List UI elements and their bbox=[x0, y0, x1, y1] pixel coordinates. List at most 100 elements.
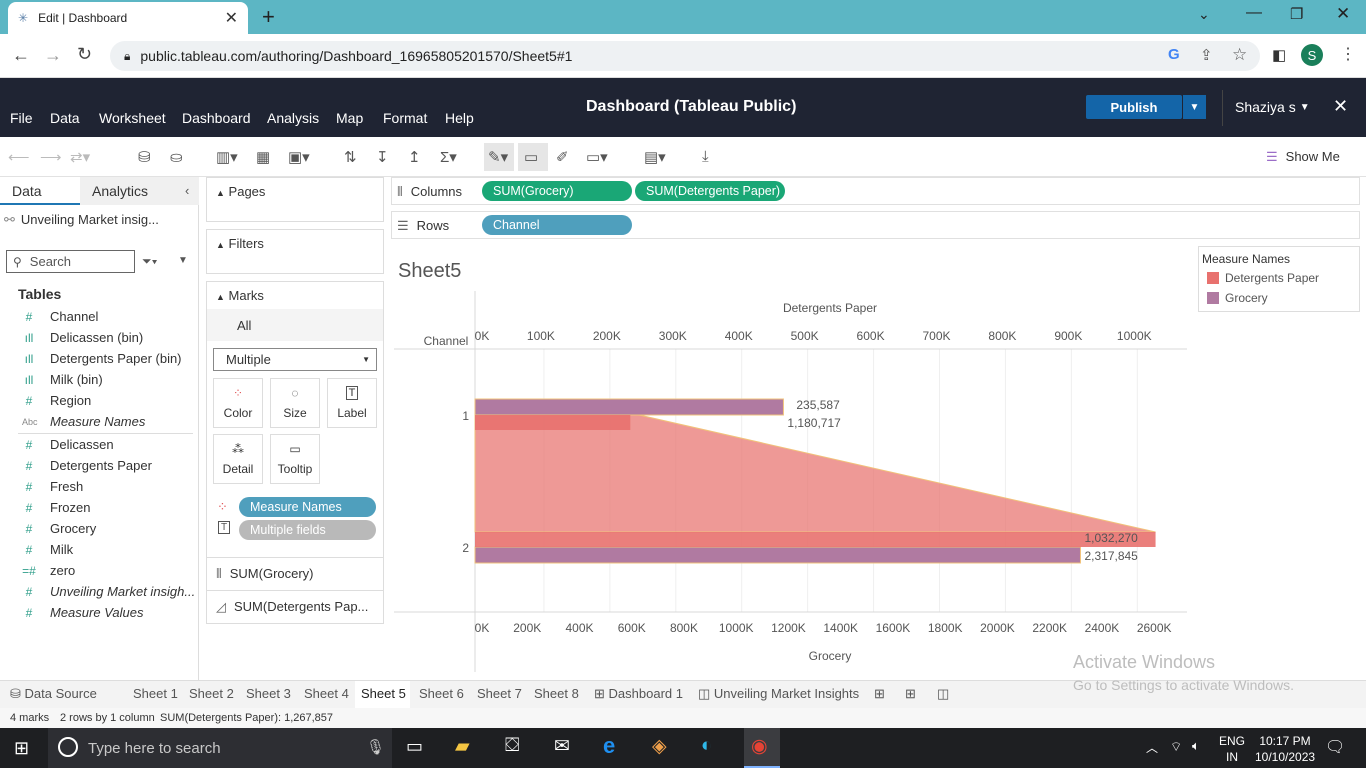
language-indicator[interactable]: ENG IN bbox=[1219, 733, 1245, 765]
size-button[interactable]: ◌ Size bbox=[270, 378, 320, 428]
share-icon[interactable]: ⇪ bbox=[1200, 46, 1213, 64]
network-icon[interactable]: ⌔ bbox=[1170, 739, 1182, 755]
tab-sheet-7[interactable]: Sheet 7 bbox=[477, 686, 522, 701]
replay-icon[interactable]: ⇄▾ bbox=[70, 148, 90, 166]
pages-title[interactable]: ▲ Pages bbox=[216, 184, 265, 199]
browser-menu-icon[interactable]: ⋮ bbox=[1340, 44, 1356, 64]
close-authoring-icon[interactable]: ✕ bbox=[1333, 96, 1348, 117]
tab-sheet-8[interactable]: Sheet 8 bbox=[534, 686, 579, 701]
totals-icon[interactable]: Σ▾ bbox=[440, 148, 457, 166]
field-item[interactable]: # Frozen bbox=[22, 500, 91, 515]
sort-ascending-icon[interactable]: ↧ bbox=[376, 148, 389, 166]
legend-swatch-detergents[interactable] bbox=[1207, 272, 1219, 284]
pause-updates-icon[interactable]: ⛀ bbox=[170, 148, 183, 166]
new-worksheet-tab-icon[interactable]: ⊞ bbox=[874, 686, 885, 702]
field-item[interactable]: ıll Milk (bin) bbox=[22, 372, 103, 387]
marks-title[interactable]: ▲ Marks bbox=[216, 288, 264, 303]
pane-menu-icon[interactable]: ▼ bbox=[178, 255, 188, 266]
menu-help[interactable]: Help bbox=[445, 110, 474, 126]
field-item[interactable]: # Channel bbox=[22, 309, 99, 324]
google-icon[interactable]: G bbox=[1168, 46, 1180, 63]
filter-fields-icon[interactable]: ⏷▾ bbox=[142, 254, 157, 269]
row-pill-channel[interactable]: Channel bbox=[482, 215, 632, 235]
legend-label-grocery[interactable]: Grocery bbox=[1225, 291, 1268, 305]
mark-type-select[interactable]: Multiple ▼ bbox=[213, 348, 377, 371]
notifications-icon[interactable]: 🗨︎ bbox=[1325, 737, 1345, 757]
tray-chevron-icon[interactable]: ︿ bbox=[1146, 739, 1158, 756]
minimize-icon[interactable]: — bbox=[1246, 4, 1262, 22]
menu-format[interactable]: Format bbox=[383, 110, 427, 126]
new-dashboard-tab-icon[interactable]: ⊞ bbox=[905, 686, 916, 702]
tab-sheet-5[interactable]: Sheet 5 bbox=[361, 686, 406, 701]
windows-start-icon[interactable]: ⊞ bbox=[14, 738, 29, 759]
edge-icon[interactable]: ◐ bbox=[701, 735, 712, 757]
swap-rows-columns-icon[interactable]: ⇅ bbox=[344, 148, 357, 166]
tooltip-button[interactable]: ▭ Tooltip bbox=[270, 434, 320, 484]
label-button[interactable]: T Label bbox=[327, 378, 377, 428]
user-menu[interactable]: Shaziya s ▼ bbox=[1235, 99, 1310, 115]
new-data-source-icon[interactable]: ⛁ bbox=[138, 148, 151, 166]
mail-icon[interactable]: ✉ bbox=[554, 735, 570, 758]
close-tab-icon[interactable]: ✕ bbox=[225, 8, 238, 28]
menu-data[interactable]: Data bbox=[50, 110, 80, 126]
browser-tab[interactable]: ✳ Edit | Dashboard ✕ bbox=[8, 2, 248, 34]
show-me-button[interactable]: ☰ Show Me bbox=[1266, 149, 1340, 165]
download-icon[interactable]: ⤓ bbox=[702, 148, 709, 165]
column-pill-detergents[interactable]: SUM(Detergents Paper) bbox=[635, 181, 785, 201]
edge-legacy-icon[interactable]: e bbox=[603, 733, 615, 759]
field-item[interactable]: ıll Detergents Paper (bin) bbox=[22, 351, 182, 366]
tab-sheet-1[interactable]: Sheet 1 bbox=[133, 686, 178, 701]
publish-dropdown-icon[interactable]: ▼ bbox=[1183, 95, 1206, 119]
forward-icon[interactable]: → bbox=[44, 45, 62, 66]
data-source-item[interactable]: ⚯ Unveiling Market insig... bbox=[4, 212, 159, 228]
filters-title[interactable]: ▲ Filters bbox=[216, 236, 264, 251]
clock[interactable]: 10:17 PM 10/10/2023 bbox=[1255, 733, 1315, 765]
column-pill-grocery[interactable]: SUM(Grocery) bbox=[482, 181, 632, 201]
menu-worksheet[interactable]: Worksheet bbox=[99, 110, 166, 126]
tab-sheet-4[interactable]: Sheet 4 bbox=[304, 686, 349, 701]
color-button[interactable]: ⁘ Color bbox=[213, 378, 263, 428]
sort-descending-icon[interactable]: ↥ bbox=[408, 148, 421, 166]
tab-analytics[interactable]: Analytics bbox=[80, 177, 199, 205]
field-item[interactable]: Abc Measure Names bbox=[22, 414, 145, 429]
window-close-icon[interactable]: ✕ bbox=[1336, 4, 1350, 24]
field-item[interactable]: # Detergents Paper bbox=[22, 458, 152, 473]
profile-avatar[interactable]: S bbox=[1301, 44, 1323, 66]
menu-dashboard[interactable]: Dashboard bbox=[182, 110, 251, 126]
url-field[interactable]: 🔒︎ public.tableau.com/authoring/Dashboar… bbox=[110, 41, 1260, 71]
format-icon[interactable]: ✐ bbox=[556, 148, 569, 166]
new-tab-icon[interactable]: + bbox=[262, 4, 275, 30]
marks-sum-grocery[interactable]: ⦀ SUM(Grocery) bbox=[216, 566, 314, 582]
store-icon[interactable]: ⛋ bbox=[505, 735, 519, 757]
publish-button[interactable]: Publish bbox=[1086, 95, 1182, 119]
volume-icon[interactable]: 🔈︎ bbox=[1192, 738, 1200, 754]
legend-swatch-grocery[interactable] bbox=[1207, 292, 1219, 304]
restore-icon[interactable]: ❐ bbox=[1290, 5, 1303, 23]
tab-search-chevron-icon[interactable]: ⌄ bbox=[1198, 6, 1210, 23]
field-item[interactable]: ıll Delicassen (bin) bbox=[22, 330, 144, 345]
presentation-icon[interactable]: ▤▾ bbox=[644, 148, 666, 166]
back-icon[interactable]: ← bbox=[12, 45, 30, 66]
redo-icon[interactable]: ⟶ bbox=[40, 148, 62, 166]
reload-icon[interactable]: ↻ bbox=[77, 44, 92, 65]
taskbar-search[interactable]: Type here to search bbox=[48, 728, 392, 768]
field-item[interactable]: # Unveiling Market insigh... bbox=[22, 584, 196, 599]
detail-button[interactable]: ⁂ Detail bbox=[213, 434, 263, 484]
menu-file[interactable]: File bbox=[10, 110, 33, 126]
tab-sheet-6[interactable]: Sheet 6 bbox=[419, 686, 464, 701]
field-item[interactable]: =# zero bbox=[22, 563, 75, 578]
marks-sum-detergents[interactable]: ◿ SUM(Detergents Pap... bbox=[216, 599, 368, 615]
field-item[interactable]: # Grocery bbox=[22, 521, 97, 536]
field-item[interactable]: # Region bbox=[22, 393, 92, 408]
measure-names-color-pill[interactable]: Measure Names bbox=[239, 497, 376, 517]
field-item[interactable]: # Fresh bbox=[22, 479, 84, 494]
menu-map[interactable]: Map bbox=[336, 110, 363, 126]
microphone-icon[interactable]: 🎙︎ bbox=[366, 738, 385, 756]
search-field[interactable]: ⚲ Search bbox=[6, 250, 135, 273]
app-icon[interactable]: ◈ bbox=[652, 735, 667, 758]
field-item[interactable]: # Measure Values bbox=[22, 605, 144, 620]
collapse-pane-icon[interactable]: ‹ bbox=[185, 183, 189, 198]
tab-sheet-2[interactable]: Sheet 2 bbox=[189, 686, 234, 701]
sidebar-icon[interactable]: ◧ bbox=[1272, 46, 1286, 64]
menu-analysis[interactable]: Analysis bbox=[267, 110, 319, 126]
